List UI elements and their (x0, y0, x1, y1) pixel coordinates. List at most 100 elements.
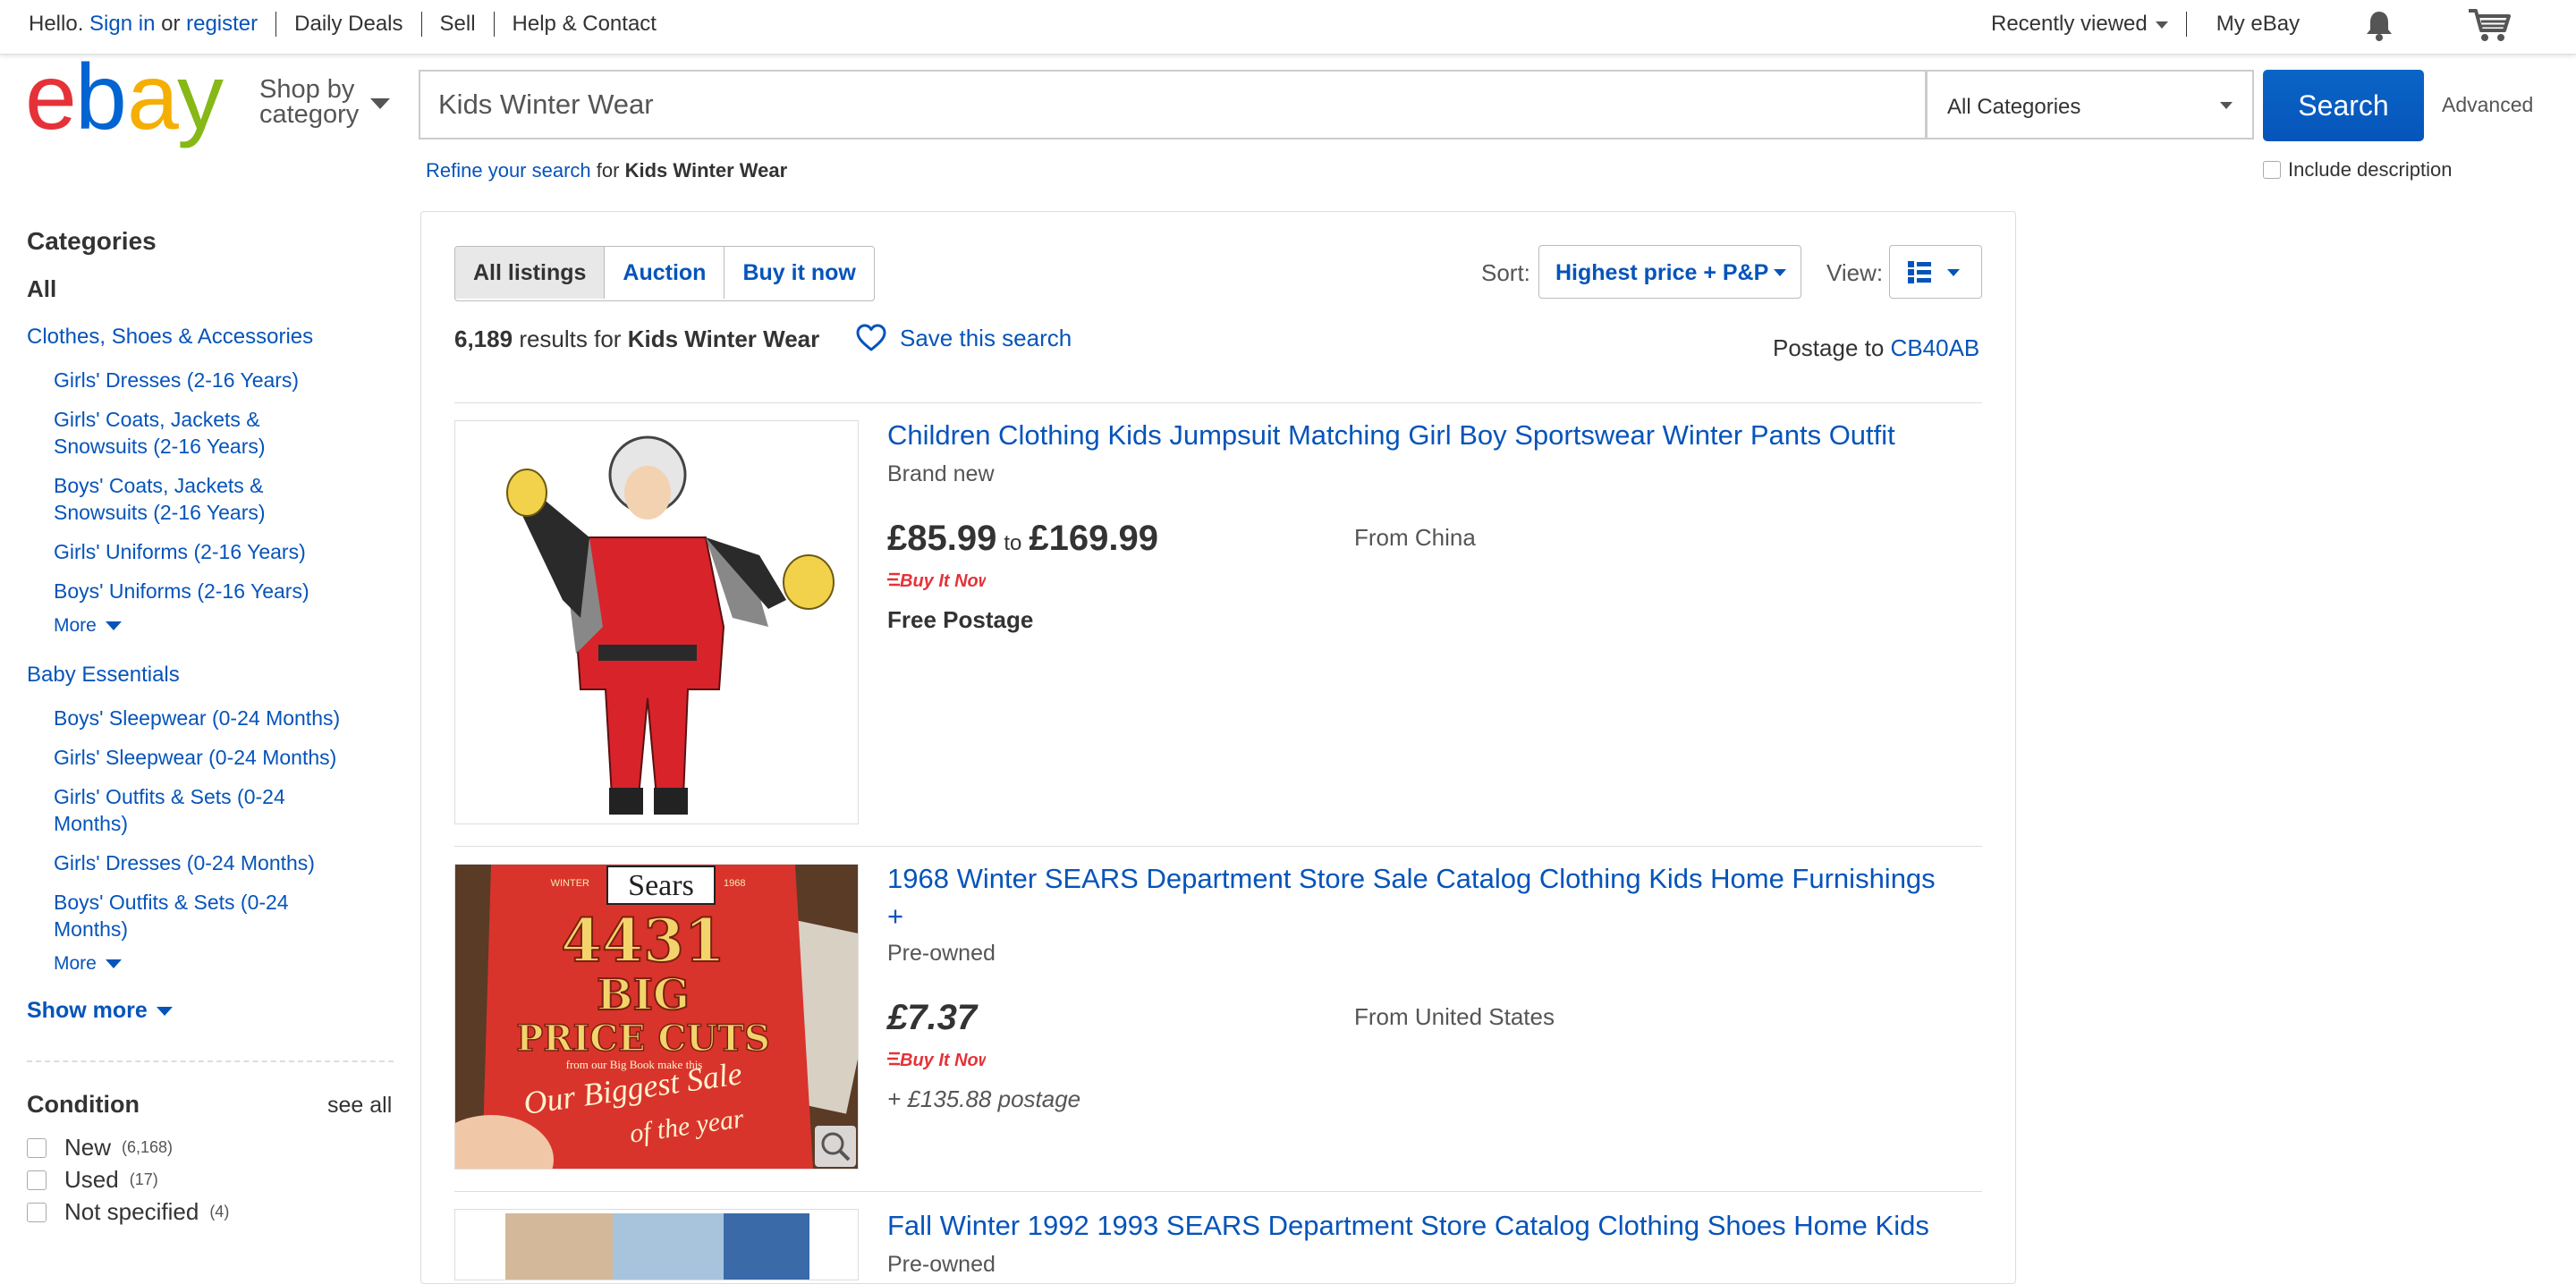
refine-search-line: Refine your search for Kids Winter Wear (426, 159, 787, 182)
svg-text:Buy It Now: Buy It Now (900, 571, 986, 591)
item-thumbnail[interactable] (454, 420, 859, 824)
svg-text:Sears: Sears (628, 869, 694, 902)
recently-viewed-menu[interactable]: Recently viewed (1991, 12, 2168, 37)
results-count: 6,189 results for Kids Winter Wear (454, 325, 819, 353)
condition-count: (4) (209, 1203, 230, 1221)
sidebar-item-girls-outfits-cont[interactable]: Months) (54, 810, 128, 837)
categories-heading: Categories (27, 227, 157, 255)
item-title-link[interactable]: Fall Winter 1992 1993 SEARS Department S… (887, 1207, 1982, 1245)
category-select-value: All Categories (1947, 95, 2081, 119)
include-description-label: Include description (2288, 158, 2453, 181)
divider (493, 12, 495, 37)
item-price: £7.37 (887, 998, 978, 1037)
register-link[interactable]: register (186, 12, 258, 37)
sidebar-item-girls-uniforms[interactable]: Girls' Uniforms (2-16 Years) (54, 538, 306, 565)
save-search-button[interactable]: Save this search (855, 324, 1072, 352)
notification-bell-icon[interactable] (2363, 9, 2395, 43)
sidebar-item-girls-coats-cont[interactable]: Snowsuits (2-16 Years) (54, 433, 266, 460)
sidebar-item-boys-outfits-cont[interactable]: Months) (54, 916, 128, 942)
shop-by-line2: category (259, 100, 360, 129)
show-more-link[interactable]: Show more (27, 998, 173, 1024)
view-label: View: (1826, 259, 1884, 286)
advanced-search-link[interactable]: Advanced (2442, 93, 2533, 117)
item-shipping: + £135.88 postage (887, 1085, 1081, 1112)
checkbox[interactable] (27, 1137, 47, 1158)
daily-deals-link[interactable]: Daily Deals (294, 12, 402, 37)
sidebar-item-boys-uniforms[interactable]: Boys' Uniforms (2-16 Years) (54, 578, 309, 604)
refine-search-link[interactable]: Refine your search (426, 159, 591, 182)
divider (2185, 12, 2187, 37)
chevron-down-icon (2155, 21, 2168, 29)
view-dropdown[interactable] (1889, 245, 1982, 299)
show-more-label: Show more (27, 998, 148, 1023)
condition-see-all-link[interactable]: see all (327, 1093, 392, 1119)
item-shipping: Free Postage (887, 606, 1034, 633)
sidebar-item-girls-sleepwear[interactable]: Girls' Sleepwear (0-24 Months) (54, 744, 336, 771)
more-categories-link[interactable]: More (54, 953, 122, 975)
item-thumbnail[interactable]: Sears WINTER 1968 4431 BIG PRICE CUTS fr… (454, 864, 859, 1170)
divider (275, 12, 277, 37)
divider (420, 12, 422, 37)
item-title-link[interactable]: 1968 Winter SEARS Department Store Sale … (887, 860, 1982, 935)
heart-icon (856, 324, 886, 351)
topbar-right: Recently viewed My eBay (1991, 12, 2300, 37)
chevron-down-icon (1947, 269, 1960, 276)
price-high: £169.99 (1029, 519, 1158, 558)
sidebar-item-boys-coats-cont[interactable]: Snowsuits (2-16 Years) (54, 499, 266, 526)
item-thumbnail[interactable] (454, 1209, 859, 1280)
logo-letter-y: y (177, 61, 224, 148)
search-button[interactable]: Search (2263, 70, 2424, 141)
sell-link[interactable]: Sell (440, 12, 476, 37)
more-label: More (54, 953, 97, 974)
sidebar-item-girls-dresses-baby[interactable]: Girls' Dresses (0-24 Months) (54, 849, 315, 876)
tab-all-listings[interactable]: All listings (455, 247, 605, 299)
sidebar-item-girls-dresses[interactable]: Girls' Dresses (2-16 Years) (54, 367, 299, 393)
condition-heading: Condition (27, 1091, 140, 1118)
category-select[interactable]: All Categories (1927, 70, 2254, 139)
sidebar-item-boys-coats[interactable]: Boys' Coats, Jackets & (54, 472, 263, 499)
sidebar-item-boys-outfits[interactable]: Boys' Outfits & Sets (0-24 (54, 889, 289, 916)
search-input[interactable] (420, 72, 1928, 138)
item-image-sears-catalog-1992 (455, 1210, 858, 1280)
category-clothes-shoes[interactable]: Clothes, Shoes & Accessories (27, 324, 313, 351)
sign-in-link[interactable]: Sign in (89, 12, 155, 37)
chevron-down-icon (1774, 269, 1786, 276)
category-baby-essentials[interactable]: Baby Essentials (27, 662, 180, 688)
chevron-down-icon (105, 621, 122, 631)
include-description-option: Include description (2263, 158, 2452, 182)
buy-it-now-badge-icon: Buy It Now (887, 1051, 986, 1070)
condition-label: Not specified (64, 1198, 199, 1225)
chevron-down-icon (2220, 102, 2233, 109)
item-title-line2: + (887, 900, 904, 932)
sidebar-item-girls-coats[interactable]: Girls' Coats, Jackets & (54, 406, 260, 433)
help-contact-link[interactable]: Help & Contact (513, 12, 657, 37)
shop-by-category-button[interactable]: Shop by category (259, 75, 390, 129)
checkbox[interactable] (27, 1202, 47, 1222)
condition-option-not-specified[interactable]: Not specified (4) (27, 1198, 229, 1226)
condition-count: (6,168) (122, 1138, 174, 1156)
top-utility-bar: Hello. Sign in or register Daily Deals S… (0, 0, 2576, 55)
category-all[interactable]: All (27, 275, 56, 303)
item-title-line1: 1968 Winter SEARS Department Store Sale … (887, 863, 1936, 894)
sort-dropdown[interactable]: Highest price + P&P (1538, 245, 1801, 299)
buy-it-now-badge-icon: Buy It Now (887, 571, 986, 591)
condition-option-new[interactable]: New (6,168) (27, 1134, 173, 1162)
item-title-link[interactable]: Children Clothing Kids Jumpsuit Matching… (887, 417, 1982, 454)
tab-buy-it-now[interactable]: Buy it now (724, 247, 874, 299)
list-view-icon (1908, 261, 1931, 283)
sidebar-item-boys-sleepwear[interactable]: Boys' Sleepwear (0-24 Months) (54, 705, 340, 731)
item-condition: Pre-owned (887, 941, 996, 966)
logo-letter-e: e (25, 61, 73, 148)
tab-auction[interactable]: Auction (604, 247, 724, 299)
sidebar-item-girls-outfits[interactable]: Girls' Outfits & Sets (0-24 (54, 783, 285, 810)
shop-by-line1: Shop by (259, 75, 355, 104)
ebay-logo[interactable]: e b a y (25, 61, 236, 148)
my-ebay-link[interactable]: My eBay (2216, 12, 2300, 37)
listing-type-tabs: All listings Auction Buy it now (454, 246, 875, 301)
more-categories-link[interactable]: More (54, 615, 122, 637)
cart-icon[interactable] (2467, 7, 2512, 43)
postcode-link[interactable]: CB40AB (1891, 334, 1980, 361)
include-description-checkbox[interactable] (2263, 161, 2281, 179)
checkbox[interactable] (27, 1170, 47, 1190)
condition-option-used[interactable]: Used (17) (27, 1166, 158, 1194)
